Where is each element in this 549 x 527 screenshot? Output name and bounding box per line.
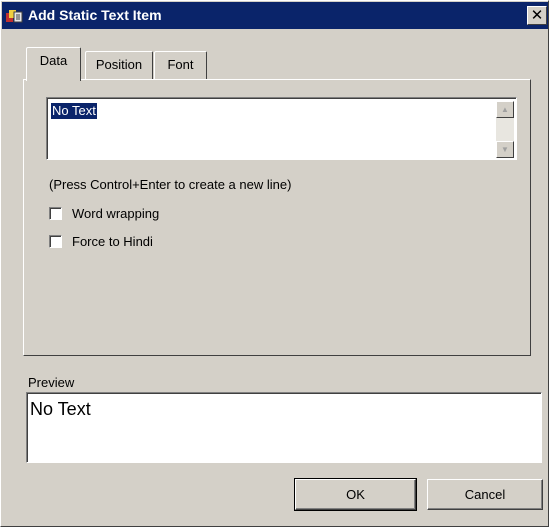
window-title: Add Static Text Item bbox=[28, 7, 162, 23]
preview-label: Preview bbox=[28, 375, 75, 390]
force-hindi-label[interactable]: Force to Hindi bbox=[72, 234, 153, 249]
textbox-frame: No Text ▲ ▼ bbox=[47, 98, 516, 159]
cancel-button[interactable]: Cancel bbox=[427, 479, 543, 510]
tab-position-label: Position bbox=[95, 57, 143, 72]
vertical-scrollbar[interactable]: ▲ ▼ bbox=[496, 101, 514, 158]
app-icon bbox=[6, 8, 24, 24]
tab-position[interactable]: Position bbox=[85, 51, 153, 79]
tab-font-label: Font bbox=[167, 57, 194, 72]
tab-data-label: Data bbox=[39, 53, 68, 68]
preview-box: No Text bbox=[26, 392, 542, 463]
text-value: No Text bbox=[51, 103, 97, 119]
cancel-button-label: Cancel bbox=[464, 487, 506, 502]
static-text-input[interactable]: No Text ▲ ▼ bbox=[46, 97, 517, 160]
close-button[interactable]: ✕ bbox=[527, 6, 547, 25]
close-icon: ✕ bbox=[530, 7, 544, 24]
dialog-window: Add Static Text Item ✕ Data Position Fon… bbox=[0, 0, 549, 527]
word-wrapping-label[interactable]: Word wrapping bbox=[72, 206, 159, 221]
word-wrapping-checkbox[interactable] bbox=[49, 207, 62, 220]
ok-button[interactable]: OK bbox=[294, 478, 417, 511]
preview-frame: No Text bbox=[27, 393, 541, 462]
tab-font[interactable]: Font bbox=[154, 51, 207, 79]
title-bar[interactable]: Add Static Text Item ✕ bbox=[2, 2, 548, 29]
newline-hint: (Press Control+Enter to create a new lin… bbox=[49, 177, 292, 192]
preview-text: No Text bbox=[30, 399, 91, 419]
scroll-up-button[interactable]: ▲ bbox=[496, 101, 514, 118]
ok-button-label: OK bbox=[346, 487, 365, 502]
scroll-down-button[interactable]: ▼ bbox=[496, 141, 514, 158]
scroll-up-icon: ▲ bbox=[501, 105, 509, 114]
tab-data[interactable]: Data bbox=[26, 47, 81, 81]
scroll-down-icon: ▼ bbox=[501, 145, 509, 154]
force-hindi-checkbox[interactable] bbox=[49, 235, 62, 248]
